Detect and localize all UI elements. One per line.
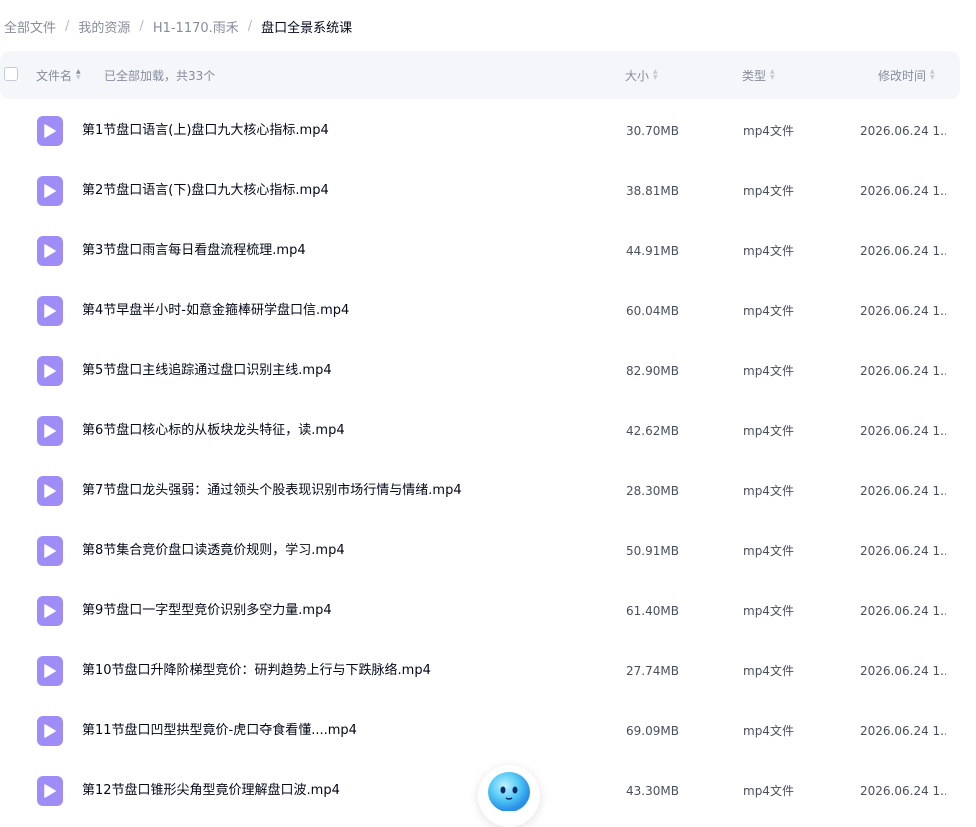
file-type: mp4文件: [743, 184, 794, 198]
file-name[interactable]: 第7节盘口龙头强弱：通过领头个股表现识别市场行情与情绪.mp4: [82, 461, 462, 521]
file-table-header: 文件名 ▲ ▼ 已全部加载，共33个 大小 ▲ ▼ 类型 ▲ ▼ 修改时间 ▲ ▼: [0, 51, 960, 99]
file-size: 50.91MB: [626, 544, 679, 558]
file-type: mp4文件: [743, 424, 794, 438]
name-column-label: 文件名: [36, 68, 73, 83]
file-type: mp4文件: [743, 304, 794, 318]
breadcrumb-separator: /: [65, 18, 70, 34]
file-size: 38.81MB: [626, 184, 679, 198]
modified-column-label: 修改时间: [878, 68, 927, 83]
file-modified: 2026.06.24 1...: [860, 544, 946, 558]
file-row[interactable]: 第3节盘口雨言每日看盘流程梳理.mp4 44.91MB mp4文件 2026.0…: [0, 221, 960, 281]
sort-arrows-icon: ▲ ▼: [930, 68, 935, 81]
file-type: mp4文件: [743, 124, 794, 138]
file-modified: 2026.06.24 1...: [860, 604, 946, 618]
file-row[interactable]: 第4节早盘半小时-如意金箍棒研学盘口信.mp4 60.04MB mp4文件 20…: [0, 281, 960, 341]
sort-by-modified[interactable]: 修改时间 ▲ ▼: [878, 51, 935, 99]
video-file-icon: [37, 356, 63, 386]
file-size: 69.09MB: [626, 724, 679, 738]
breadcrumb-my-resources[interactable]: 我的资源: [78, 17, 130, 36]
breadcrumb-folder-h1[interactable]: H1-1170.雨禾: [153, 17, 239, 36]
file-type: mp4文件: [743, 724, 794, 738]
file-type: mp4文件: [743, 784, 794, 798]
file-name[interactable]: 第10节盘口升降阶梯型竞价：研判趋势上行与下跌脉络.mp4: [82, 641, 431, 701]
file-size: 60.04MB: [626, 304, 679, 318]
file-row[interactable]: 第2节盘口语言(下)盘口九大核心指标.mp4 38.81MB mp4文件 202…: [0, 161, 960, 221]
file-modified: 2026.06.24 1...: [860, 784, 946, 798]
file-name[interactable]: 第11节盘口凹型拱型竟价-虎口夺食看懂....mp4: [82, 701, 357, 761]
video-file-icon: [37, 776, 63, 806]
video-file-icon: [37, 656, 63, 686]
video-file-icon: [37, 176, 63, 206]
sort-arrows-icon: ▲ ▼: [653, 68, 658, 81]
file-modified: 2026.06.24 1...: [860, 364, 946, 378]
file-modified: 2026.06.24 1...: [860, 184, 946, 198]
video-file-icon: [37, 596, 63, 626]
file-modified: 2026.06.24 1...: [860, 304, 946, 318]
breadcrumb-current-folder: 盘口全景系统课: [261, 20, 353, 36]
file-type: mp4文件: [743, 244, 794, 258]
breadcrumb-all-files[interactable]: 全部文件: [4, 17, 56, 36]
file-size: 27.74MB: [626, 664, 679, 678]
video-file-icon: [37, 236, 63, 266]
file-row[interactable]: 第11节盘口凹型拱型竟价-虎口夺食看懂....mp4 69.09MB mp4文件…: [0, 701, 960, 761]
file-name[interactable]: 第5节盘口主线追踪通过盘口识别主线.mp4: [82, 341, 332, 401]
sort-by-name[interactable]: 文件名 ▲ ▼: [36, 51, 81, 99]
video-file-icon: [37, 476, 63, 506]
video-file-icon: [37, 716, 63, 746]
file-name[interactable]: 第6节盘口核心标的从板块龙头特征，读.mp4: [82, 401, 345, 461]
sort-arrows-icon: ▲ ▼: [770, 68, 775, 81]
file-type: mp4文件: [743, 484, 794, 498]
file-type: mp4文件: [743, 604, 794, 618]
type-column-label: 类型: [742, 68, 767, 83]
file-size: 82.90MB: [626, 364, 679, 378]
file-name[interactable]: 第8节集合竞价盘口读透竟价规则，学习.mp4: [82, 521, 345, 581]
size-column-label: 大小: [625, 68, 650, 83]
video-file-icon: [37, 536, 63, 566]
sort-arrows-icon: ▲ ▼: [76, 68, 81, 81]
select-all-checkbox[interactable]: [4, 67, 18, 81]
sort-by-type[interactable]: 类型 ▲ ▼: [742, 51, 775, 99]
sort-by-size[interactable]: 大小 ▲ ▼: [625, 51, 658, 99]
loaded-count-text: 已全部加载，共33个: [104, 68, 216, 83]
breadcrumb-separator: /: [139, 18, 144, 34]
file-row[interactable]: 第7节盘口龙头强弱：通过领头个股表现识别市场行情与情绪.mp4 28.30MB …: [0, 461, 960, 521]
file-name[interactable]: 第2节盘口语言(下)盘口九大核心指标.mp4: [82, 161, 329, 221]
file-name[interactable]: 第3节盘口雨言每日看盘流程梳理.mp4: [82, 221, 306, 281]
file-name[interactable]: 第4节早盘半小时-如意金箍棒研学盘口信.mp4: [82, 281, 349, 341]
file-modified: 2026.06.24 1...: [860, 124, 946, 138]
file-row[interactable]: 第5节盘口主线追踪通过盘口识别主线.mp4 82.90MB mp4文件 2026…: [0, 341, 960, 401]
video-file-icon: [37, 296, 63, 326]
file-modified: 2026.06.24 1...: [860, 664, 946, 678]
file-modified: 2026.06.24 1...: [860, 244, 946, 258]
file-row[interactable]: 第10节盘口升降阶梯型竞价：研判趋势上行与下跌脉络.mp4 27.74MB mp…: [0, 641, 960, 701]
file-type: mp4文件: [743, 664, 794, 678]
file-modified: 2026.06.24 1...: [860, 484, 946, 498]
file-size: 44.91MB: [626, 244, 679, 258]
file-size: 43.30MB: [626, 784, 679, 798]
video-file-icon: [37, 116, 63, 146]
file-size: 42.62MB: [626, 424, 679, 438]
file-modified: 2026.06.24 1...: [860, 724, 946, 738]
file-list: 第1节盘口语言(上)盘口九大核心指标.mp4 30.70MB mp4文件 202…: [0, 101, 960, 821]
file-row[interactable]: 第6节盘口核心标的从板块龙头特征，读.mp4 42.62MB mp4文件 202…: [0, 401, 960, 461]
file-size: 28.30MB: [626, 484, 679, 498]
file-size: 61.40MB: [626, 604, 679, 618]
file-name[interactable]: 第1节盘口语言(上)盘口九大核心指标.mp4: [82, 101, 329, 161]
assistant-mascot-icon[interactable]: [478, 765, 540, 827]
file-type: mp4文件: [743, 544, 794, 558]
file-type: mp4文件: [743, 364, 794, 378]
file-row[interactable]: 第8节集合竞价盘口读透竟价规则，学习.mp4 50.91MB mp4文件 202…: [0, 521, 960, 581]
file-name[interactable]: 第12节盘口锥形尖角型竟价理解盘口波.mp4: [82, 761, 340, 821]
file-size: 30.70MB: [626, 124, 679, 138]
file-modified: 2026.06.24 1...: [860, 424, 946, 438]
file-row[interactable]: 第1节盘口语言(上)盘口九大核心指标.mp4 30.70MB mp4文件 202…: [0, 101, 960, 161]
breadcrumb-separator: /: [247, 18, 253, 34]
file-row[interactable]: 第9节盘口一字型型竞价识别多空力量.mp4 61.40MB mp4文件 2026…: [0, 581, 960, 641]
breadcrumb: 全部文件 / 我的资源 / H1-1170.雨禾 / 盘口全景系统课: [4, 0, 352, 52]
file-name[interactable]: 第9节盘口一字型型竞价识别多空力量.mp4: [82, 581, 332, 641]
video-file-icon: [37, 416, 63, 446]
